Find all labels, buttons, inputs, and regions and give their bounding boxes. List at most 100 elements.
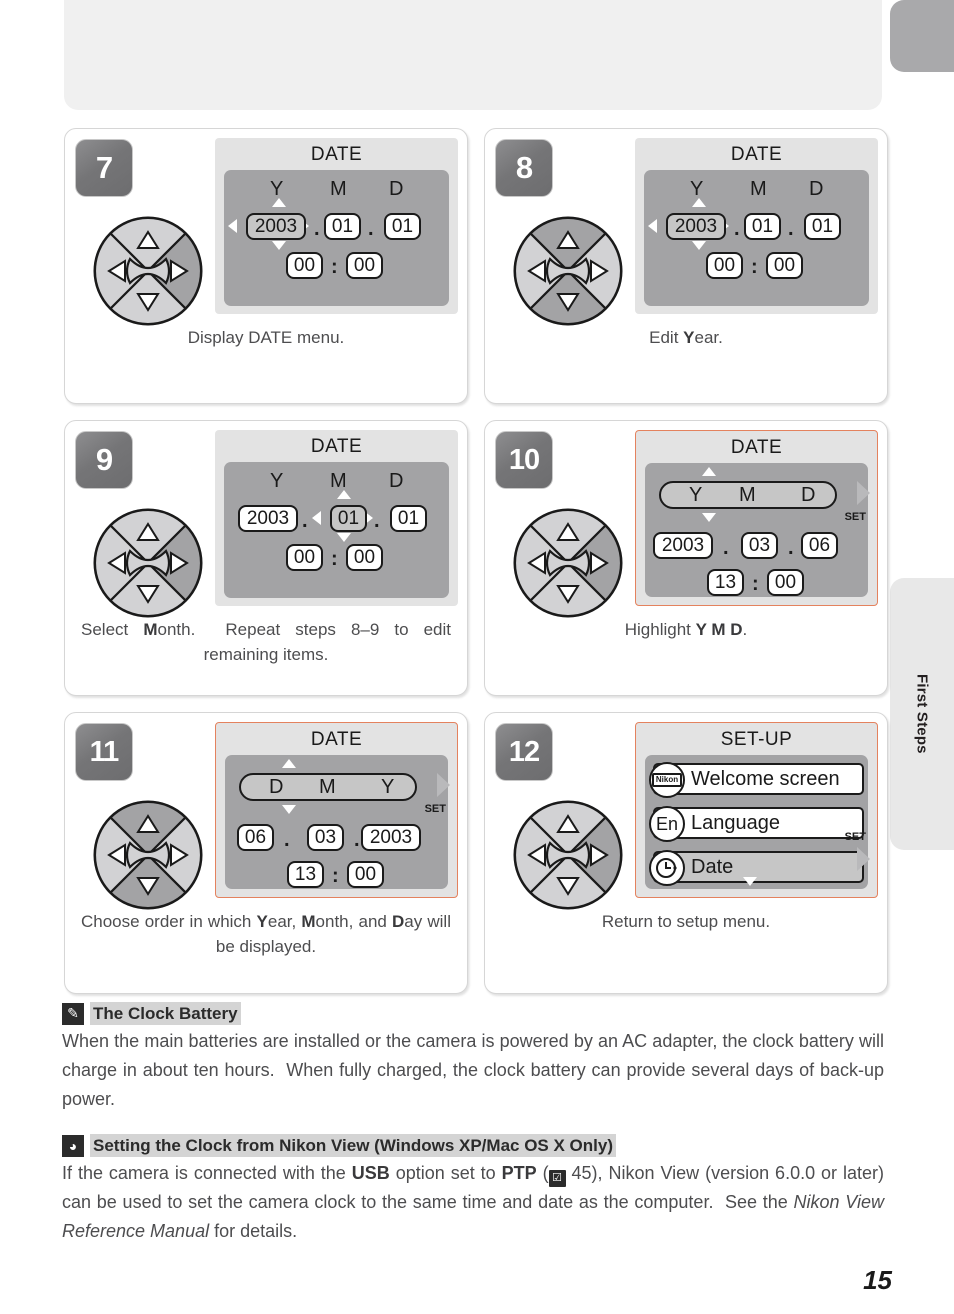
page-reference-icon: ☑ xyxy=(548,1170,566,1187)
note-title: Setting the Clock from Nikon View (Windo… xyxy=(90,1134,616,1157)
setup-menu-item[interactable]: Date xyxy=(649,850,864,886)
date-separator: . xyxy=(284,829,290,851)
lcd-body: Y M D 2003 . 01 . 01 00 : 00 xyxy=(644,170,869,306)
multi-selector-dpad[interactable] xyxy=(512,799,624,911)
header-month: M xyxy=(330,177,347,200)
date-separator: . xyxy=(788,218,794,240)
hour-field[interactable]: 00 xyxy=(706,252,743,279)
field-down-arrow-icon xyxy=(272,241,286,250)
dpad-illustration[interactable] xyxy=(92,215,204,327)
step-card: 8 DATE Y M D 2003 . 01 . 01 00: 00 Edit… xyxy=(484,128,888,404)
time-value-row: 00 : 00 xyxy=(224,544,449,576)
order-slot-2: M xyxy=(319,776,336,798)
hour-field[interactable]: 13 xyxy=(707,569,744,596)
order-up-arrow-icon xyxy=(282,759,296,768)
set-label: SET xyxy=(844,831,866,843)
camera-lcd-screen: DATE Y M D SET 2003 . 03 . 06 13 : 00 xyxy=(635,430,878,606)
date-value-row: 06 . 03 . 2003 xyxy=(225,821,448,855)
step-number-badge: 10 xyxy=(495,431,553,489)
date-part-2[interactable]: 03 xyxy=(741,532,778,559)
order-slot-2: M xyxy=(739,484,756,506)
day-field[interactable]: 01 xyxy=(384,213,421,240)
multi-selector-dpad[interactable] xyxy=(92,507,204,619)
nikon-logo-icon: Nikon xyxy=(651,773,683,787)
date-part-2[interactable]: 03 xyxy=(307,824,344,851)
time-value-row: 13 : 00 xyxy=(645,569,868,601)
date-column-headers: Y M D xyxy=(644,176,869,202)
field-down-arrow-icon xyxy=(692,241,706,250)
date-part-3[interactable]: 2003 xyxy=(361,824,421,851)
step-caption: Select Month. Repeat steps 8–9 to edit r… xyxy=(81,620,451,664)
multi-selector-dpad[interactable] xyxy=(92,799,204,911)
camera-lcd-screen: DATE Y M D 2003 . 01 . 01 00 : 00 xyxy=(215,430,458,606)
order-slot-3: D xyxy=(801,484,816,506)
year-field[interactable]: 2003 xyxy=(246,213,306,240)
multi-selector-dpad[interactable] xyxy=(92,215,204,327)
time-separator: : xyxy=(752,573,759,595)
notes-section: ✎ The Clock Battery When the main batter… xyxy=(62,1002,884,1246)
header-day: D xyxy=(389,469,404,492)
step-card: 7 DATE Y M D 2003 . 01 . 01 00: 00 Disp… xyxy=(64,128,468,404)
lcd-body: D M Y SET 06 . 03 . 2003 13 : 00 xyxy=(225,755,450,889)
date-part-1[interactable]: 06 xyxy=(237,824,274,851)
day-field[interactable]: 01 xyxy=(390,505,427,532)
time-separator: : xyxy=(332,865,339,887)
minute-field[interactable]: 00 xyxy=(767,569,804,596)
dpad-illustration[interactable] xyxy=(92,507,204,619)
minute-field[interactable]: 00 xyxy=(347,861,384,888)
year-field[interactable]: 2003 xyxy=(666,213,726,240)
hour-field[interactable]: 00 xyxy=(286,544,323,571)
hour-field[interactable]: 13 xyxy=(287,861,324,888)
lcd-title: DATE xyxy=(730,144,783,165)
nikon-logo-icon: Nikon xyxy=(649,762,685,798)
minute-field[interactable]: 00 xyxy=(346,252,383,279)
date-value-row: 2003 . 03 . 06 xyxy=(645,529,868,563)
step-card: 10 DATE Y M D SET 2003 . 03 . 06 13: 00… xyxy=(484,420,888,696)
month-field[interactable]: 01 xyxy=(744,213,781,240)
lcd-body: Y M D 2003 . 01 . 01 00 : 00 xyxy=(224,170,449,306)
date-order-selector[interactable]: D M Y xyxy=(239,773,417,801)
date-part-1[interactable]: 2003 xyxy=(653,532,713,559)
minute-field[interactable]: 00 xyxy=(346,544,383,571)
lcd-title: DATE xyxy=(310,729,363,750)
day-field[interactable]: 01 xyxy=(804,213,841,240)
dpad-illustration[interactable] xyxy=(512,507,624,619)
date-separator: . xyxy=(354,829,360,851)
date-part-3[interactable]: 06 xyxy=(801,532,838,559)
time-value-row: 13 : 00 xyxy=(225,861,448,893)
step-card: 9 DATE Y M D 2003 . 01 . 01 00: 00 Sele… xyxy=(64,420,468,696)
month-field[interactable]: 01 xyxy=(330,505,367,532)
camera-lcd-screen: DATE Y M D 2003 . 01 . 01 00 : 00 xyxy=(215,138,458,314)
step-number-badge: 11 xyxy=(75,723,133,781)
multi-selector-dpad[interactable] xyxy=(512,507,624,619)
setup-menu-item[interactable]: Nikon Welcome screen xyxy=(649,762,864,798)
step-card: 12 SET-UP Nikon Welcome screen En Langua… xyxy=(484,712,888,994)
year-field[interactable]: 2003 xyxy=(238,505,298,532)
order-slot-1: D xyxy=(269,776,284,798)
date-column-headers: Y M D xyxy=(224,176,449,202)
step-card-grid: 7 DATE Y M D 2003 . 01 . 01 00: 00 Disp… xyxy=(64,128,888,994)
multi-selector-dpad[interactable] xyxy=(512,215,624,327)
date-value-row: 2003 . 01 . 01 xyxy=(224,490,449,542)
date-separator: . xyxy=(734,218,740,240)
pencil-icon: ✎ xyxy=(62,1002,84,1025)
hour-field[interactable]: 00 xyxy=(286,252,323,279)
time-value-row: 00 : 00 xyxy=(644,252,869,284)
step-caption: Choose order in which Year, Month, and D… xyxy=(81,912,451,956)
note-block: ◕ Setting the Clock from Nikon View (Win… xyxy=(62,1134,884,1246)
minute-field[interactable]: 00 xyxy=(766,252,803,279)
order-slot-1: Y xyxy=(689,484,703,506)
dpad-illustration[interactable] xyxy=(512,799,624,911)
lcd-title: SET-UP xyxy=(720,729,793,750)
dpad-illustration[interactable] xyxy=(92,799,204,911)
date-value-row: 2003 . 01 . 01 xyxy=(224,198,449,250)
camera-lcd-screen: SET-UP Nikon Welcome screen En Language … xyxy=(635,722,878,898)
setup-menu-item[interactable]: En Language xyxy=(649,806,864,842)
lcd-body: Y M D SET 2003 . 03 . 06 13 : 00 xyxy=(645,463,870,597)
chapter-tab: First Steps xyxy=(890,578,954,850)
month-field[interactable]: 01 xyxy=(324,213,361,240)
field-left-arrow-icon xyxy=(228,219,237,233)
manual-page: First Steps 7 DATE Y M D 2003 . 01 . 01 … xyxy=(0,0,954,1314)
dpad-illustration[interactable] xyxy=(512,215,624,327)
date-order-selector[interactable]: Y M D xyxy=(659,481,837,509)
